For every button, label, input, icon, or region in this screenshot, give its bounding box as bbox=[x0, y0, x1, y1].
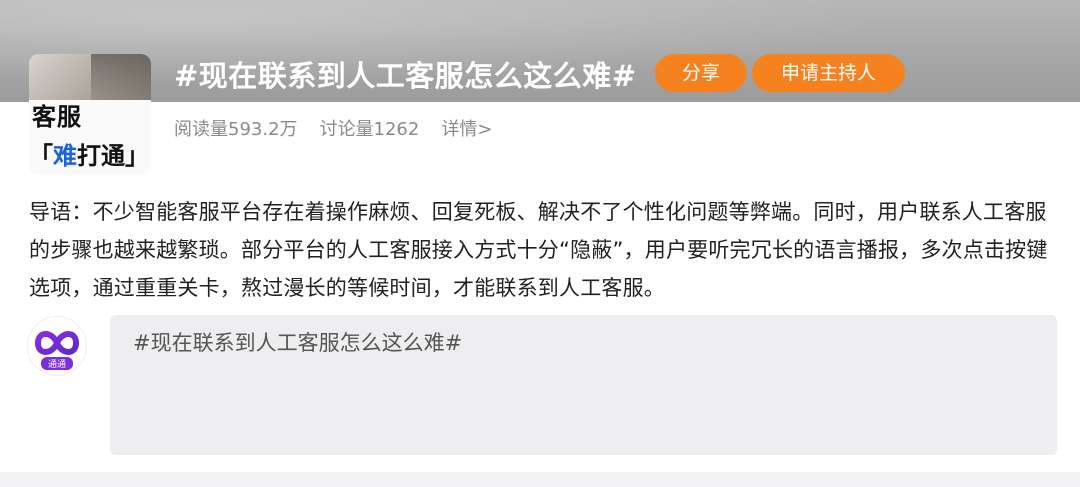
share-button[interactable]: 分享 bbox=[655, 54, 747, 92]
cover-caption-line1: 客服 bbox=[32, 103, 82, 131]
cover-bracket-open: 「 bbox=[29, 142, 53, 170]
bottom-divider bbox=[0, 472, 1080, 487]
avatar-label: 通通 bbox=[48, 359, 66, 370]
read-count: 阅读量593.2万 bbox=[174, 119, 298, 140]
details-link[interactable]: 详情> bbox=[441, 115, 492, 141]
user-avatar[interactable]: 通通 bbox=[28, 317, 86, 375]
topic-stats: 阅读量593.2万 讨论量1262 详情> bbox=[174, 115, 492, 141]
composer-text: #现在联系到人工客服怎么这么难# bbox=[133, 331, 463, 355]
discussion-count: 讨论量1262 bbox=[319, 119, 420, 140]
topic-title: #现在联系到人工客服怎么这么难# bbox=[174, 59, 637, 93]
comment-composer[interactable]: #现在联系到人工客服怎么这么难# bbox=[110, 315, 1057, 455]
apply-host-button[interactable]: 申请主持人 bbox=[752, 54, 905, 92]
cover-caption-line2: 「难打通」 bbox=[29, 136, 149, 171]
topic-cover-image: 客服 「难打通」 bbox=[29, 54, 151, 175]
cover-caption-rest: 打通」 bbox=[77, 142, 149, 170]
cover-highlight-word: 难 bbox=[53, 142, 77, 170]
topic-intro: 导语：不少智能客服平台存在着操作麻烦、回复死板、解决不了个性化问题等弊端。同时，… bbox=[29, 200, 1048, 300]
cover-photo bbox=[29, 54, 151, 100]
infinity-logo-icon: 通通 bbox=[28, 317, 86, 375]
